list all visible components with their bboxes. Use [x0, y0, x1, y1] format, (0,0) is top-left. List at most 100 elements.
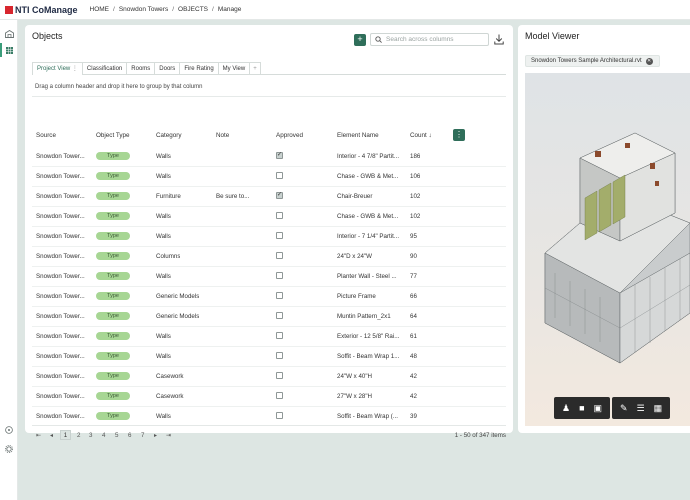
table-row[interactable]: Snowdon Tower... Type Walls Soffit - Bea…	[32, 407, 506, 423]
approved-checkbox[interactable]	[276, 212, 283, 219]
tab-menu-icon[interactable]: ⋮	[72, 66, 78, 72]
approved-checkbox[interactable]	[276, 372, 283, 379]
approved-checkbox[interactable]	[276, 232, 283, 239]
column-header-count[interactable]: Count ↓	[410, 132, 432, 139]
model-viewer-panel: Model Viewer Snowdon Towers Sample Archi…	[518, 25, 690, 433]
type-badge: Type	[96, 332, 130, 340]
tab-my-view[interactable]: My View	[217, 62, 251, 74]
table-row[interactable]: Snowdon Tower... Type Generic Models Pic…	[32, 287, 506, 307]
breadcrumb-objects[interactable]: OBJECTS	[178, 6, 208, 13]
cell-element-name: Planter Wall - Steel ...	[337, 273, 397, 280]
approved-checkbox[interactable]	[276, 412, 283, 419]
camera-icon[interactable]: ■	[579, 403, 584, 413]
cell-category: Casework	[156, 373, 184, 380]
table-row[interactable]: Snowdon Tower... Type Walls Interior - 4…	[32, 147, 506, 167]
model-file-chip[interactable]: Snowdon Towers Sample Architectural.rvt …	[525, 55, 660, 67]
approved-checkbox[interactable]	[276, 172, 283, 179]
column-header-source[interactable]: Source	[36, 132, 56, 139]
table-row[interactable]: Snowdon Tower... Type Casework 24"W x 40…	[32, 367, 506, 387]
download-icon[interactable]	[494, 34, 504, 45]
type-badge: Type	[96, 172, 130, 180]
cell-count: 77	[410, 273, 417, 280]
help-icon[interactable]	[4, 425, 14, 435]
approved-checkbox[interactable]	[276, 151, 283, 159]
group-drop-zone[interactable]: Drag a column header and drop it here to…	[32, 78, 506, 97]
type-badge: Type	[96, 352, 130, 360]
cell-source: Snowdon Tower...	[36, 253, 85, 260]
breadcrumb: HOME / Snowdon Towers / OBJECTS / Manage	[90, 6, 242, 13]
cell-count: 102	[410, 193, 421, 200]
next-page-button[interactable]: ▸	[154, 432, 157, 439]
cell-object-type: Type	[96, 212, 130, 220]
model-viewport[interactable]	[525, 73, 690, 426]
table-row[interactable]: Snowdon Tower... Type Generic Models Mun…	[32, 307, 506, 327]
table-row[interactable]: Snowdon Tower... Type Columns 24"D x 24"…	[32, 247, 506, 267]
table-row[interactable]: Snowdon Tower... Type Furniture Be sure …	[32, 187, 506, 207]
model-viewer-title: Model Viewer	[525, 31, 580, 41]
last-page-button[interactable]: ⇥	[166, 432, 171, 439]
approved-checkbox[interactable]	[276, 252, 283, 259]
column-header-object-type[interactable]: Object Type	[96, 132, 130, 139]
layers-icon[interactable]: ☰	[637, 403, 645, 413]
column-header-note[interactable]: Note	[216, 132, 229, 139]
breadcrumb-project[interactable]: Snowdon Towers	[119, 6, 168, 13]
fit-view-icon[interactable]: ▣	[594, 403, 603, 413]
walk-icon[interactable]: ♟	[562, 403, 570, 413]
search-box[interactable]	[370, 33, 489, 46]
cell-source: Snowdon Tower...	[36, 193, 85, 200]
tab-classification[interactable]: Classification	[81, 62, 128, 74]
approved-checkbox[interactable]	[276, 191, 283, 199]
tab-rooms[interactable]: Rooms	[126, 62, 156, 74]
grid-icon[interactable]	[4, 45, 14, 55]
measure-icon[interactable]: ✎	[620, 403, 628, 413]
table-row[interactable]: Snowdon Tower... Type Walls Exterior - 1…	[32, 327, 506, 347]
first-page-button[interactable]: ⇤	[36, 432, 41, 439]
cell-note[interactable]: Be sure to...	[216, 193, 272, 200]
cell-element-name: 24"D x 24"W	[337, 253, 372, 260]
tab-project-view[interactable]: Project View ⋮	[32, 62, 83, 75]
cell-source: Snowdon Tower...	[36, 393, 85, 400]
search-input[interactable]	[386, 36, 486, 43]
warehouse-icon[interactable]	[4, 29, 14, 39]
pagination: ⇤ ◂ 1 2 3 4 5 6 7 ▸ ⇥ 1 - 50 of 347 item…	[32, 425, 506, 445]
page-button-4[interactable]: 4	[102, 432, 105, 439]
approved-checkbox[interactable]	[276, 332, 283, 339]
page-button-7[interactable]: 7	[141, 432, 144, 439]
table-row[interactable]: Snowdon Tower... Type Walls Interior - 7…	[32, 227, 506, 247]
table-row[interactable]: Snowdon Tower... Type Walls Chase - GWB …	[32, 167, 506, 187]
approved-checkbox[interactable]	[276, 312, 283, 319]
column-header-category[interactable]: Category	[156, 132, 182, 139]
table-row[interactable]: Snowdon Tower... Type Walls Chase - GWB …	[32, 207, 506, 227]
cell-category: Walls	[156, 153, 171, 160]
cell-object-type: Type	[96, 292, 130, 300]
tab-doors[interactable]: Doors	[154, 62, 181, 74]
page-button-5[interactable]: 5	[115, 432, 118, 439]
cell-category: Walls	[156, 273, 171, 280]
table-row[interactable]: Snowdon Tower... Type Walls Soffit - Bea…	[32, 347, 506, 367]
column-header-approved[interactable]: Approved	[276, 132, 303, 139]
breadcrumb-home[interactable]: HOME	[90, 6, 110, 13]
add-tab-button[interactable]: +	[249, 62, 261, 74]
page-button-6[interactable]: 6	[128, 432, 131, 439]
gear-icon[interactable]	[4, 444, 14, 454]
table-row[interactable]: Snowdon Tower... Type Walls Planter Wall…	[32, 267, 506, 287]
approved-checkbox[interactable]	[276, 392, 283, 399]
cell-source: Snowdon Tower...	[36, 173, 85, 180]
cell-object-type: Type	[96, 392, 130, 400]
table-row[interactable]: Snowdon Tower... Type Casework 27"W x 28…	[32, 387, 506, 407]
page-button-2[interactable]: 2	[77, 432, 80, 439]
column-settings-button[interactable]: ⋮	[453, 129, 465, 141]
add-button[interactable]: +	[354, 34, 366, 46]
cell-count: 186	[410, 153, 421, 160]
approved-checkbox[interactable]	[276, 272, 283, 279]
page-button-3[interactable]: 3	[89, 432, 92, 439]
approved-checkbox[interactable]	[276, 352, 283, 359]
column-header-element-name[interactable]: Element Name	[337, 132, 379, 139]
app-logo[interactable]: NTI CoManage	[5, 5, 78, 15]
page-button-1[interactable]: 1	[60, 430, 71, 440]
tab-fire-rating[interactable]: Fire Rating	[179, 62, 219, 74]
close-icon[interactable]: ✕	[645, 57, 653, 65]
approved-checkbox[interactable]	[276, 292, 283, 299]
prev-page-button[interactable]: ◂	[50, 432, 53, 439]
model-tree-icon[interactable]: ▦	[654, 403, 663, 413]
